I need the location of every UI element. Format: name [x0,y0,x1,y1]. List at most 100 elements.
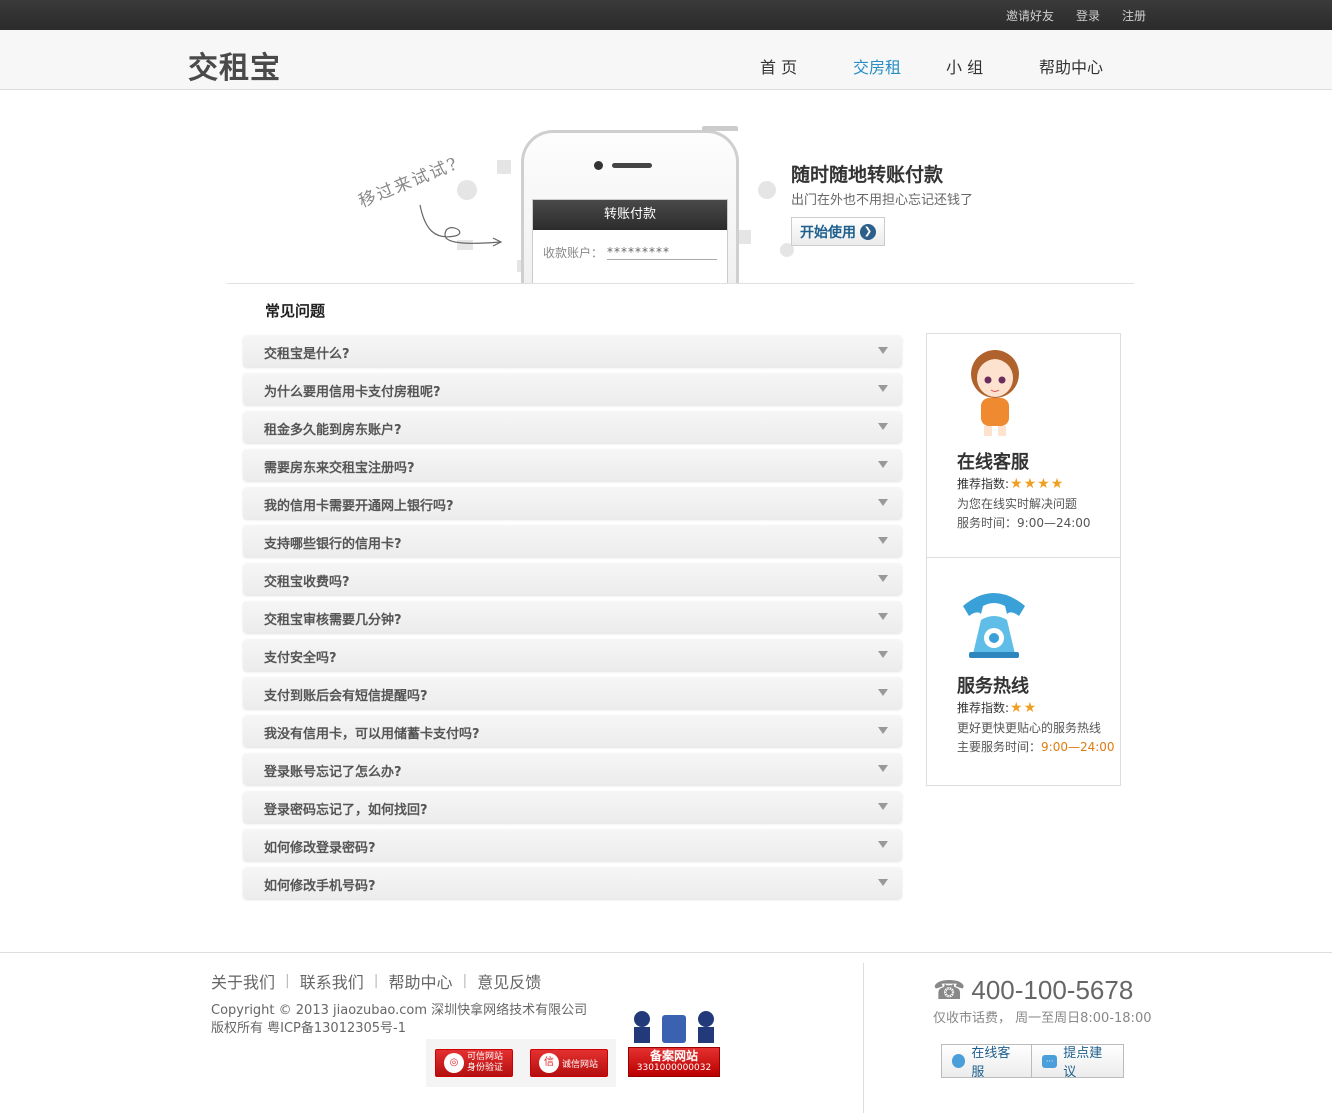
arrow-doodle-icon [419,204,503,247]
telephone-icon [963,593,1025,658]
footer-hotline: ☎ 400-100-5678 [933,975,1134,1005]
star-icon: ★ [1010,699,1023,716]
faq-list: 交租宝是什么? 为什么要用信用卡支付房租呢? 租金多久能到房东账户? 需要房东来交租宝… [243,335,902,905]
faq-question: 支持哪些银行的信用卡? [264,537,402,552]
faq-item[interactable]: 支付安全吗? [243,639,902,671]
footer: 关于我们 | 联系我们 | 帮助中心 | 意见反馈 Copyright © 20… [0,952,1332,1120]
star-icon: ★ [1050,475,1064,492]
nav-groups[interactable]: 小 组 [946,54,1039,78]
nav-help-center[interactable]: 帮助中心 [1039,54,1103,78]
icp-record: 版权所有 粤ICP备13012305号-1 [211,1021,407,1036]
footer-help-link[interactable]: 帮助中心 [388,969,452,993]
faq-question: 如何修改手机号码? [264,879,376,894]
promo-subtitle: 出门在外也不用担心忘记还钱了 [791,193,974,208]
nav-home[interactable]: 首 页 [760,54,853,78]
integrity-site-badge[interactable]: 信 诚信网站 [529,1049,608,1077]
online-service-hours: 服务时间：9:00—24:00 [957,516,1091,530]
footer-divider [863,963,864,1113]
online-service-card[interactable]: 在线客服 推荐指数: ★★★★ 为您在线实时解决问题 服务时间：9:00—24:… [927,334,1120,558]
faq-item[interactable]: 交租宝是什么? [243,335,902,367]
expand-triangle-icon [878,385,888,392]
faq-item[interactable]: 如何修改手机号码? [243,867,902,899]
faq-question: 交租宝收费吗? [264,575,350,590]
faq-question: 我没有信用卡，可以用储蓄卡支付吗? [264,727,480,742]
telephone-icon: ☎ [933,975,966,1005]
faq-item[interactable]: 需要房东来交租宝注册吗? [243,449,902,481]
start-using-button[interactable]: 开始使用 ❯ [791,217,885,246]
promo-title: 随时随地转账付款 [791,164,944,186]
speaker-icon [612,163,652,168]
faq-item[interactable]: 支付到账后会有短信提醒吗? [243,677,902,709]
expand-triangle-icon [878,765,888,772]
footer-about-link[interactable]: 关于我们 [211,969,275,993]
expand-triangle-icon [878,575,888,582]
faq-question: 支付到账后会有短信提醒吗? [264,689,428,704]
star-icon: ★ [1023,475,1037,492]
star-icon: ★ [1023,699,1037,716]
expand-triangle-icon [878,689,888,696]
faq-question: 登录密码忘记了，如何找回? [264,803,428,818]
expand-triangle-icon [878,879,888,886]
expand-triangle-icon [878,651,888,658]
star-icon: ★ [1037,475,1050,492]
faq-item[interactable]: 登录账号忘记了怎么办? [243,753,902,785]
register-link[interactable]: 注册 [1122,7,1146,24]
phone-mockup: 转账付款 收款账户： ********* [521,126,739,283]
faq-item[interactable]: 租金多久能到房东账户? [243,411,902,443]
hotline-card[interactable]: 服务热线 推荐指数: ★★ 更好更快更贴心的服务热线 主要服务时间：9:00—2… [927,558,1120,786]
expand-triangle-icon [878,537,888,544]
expand-triangle-icon [878,423,888,430]
copyright: Copyright © 2013 jiaozubao.com 深圳快拿网络技术有… [211,1003,588,1036]
faq-question: 租金多久能到房东账户? [264,423,402,438]
faq-item[interactable]: 为什么要用信用卡支付房租呢? [243,373,902,405]
nav-pay-rent[interactable]: 交房租 [853,54,946,78]
faq-question: 支付安全吗? [264,651,337,666]
faq-question: 交租宝是什么? [264,347,350,362]
phone-screen: 转账付款 收款账户： ********* [532,199,728,283]
faq-question: 如何修改登录密码? [264,841,376,856]
faq-item[interactable]: 交租宝收费吗? [243,563,902,595]
hotline-desc: 更好更快更贴心的服务热线 [957,721,1102,735]
footer-contact-link[interactable]: 联系我们 [300,969,364,993]
faq-question: 需要房东来交租宝注册吗? [264,461,415,476]
site-logo[interactable]: 交租宝 [188,43,281,87]
faq-question: 为什么要用信用卡支付房租呢? [264,385,441,400]
footer-buttons: 在线客服 ··· 提点建议 [941,1044,1124,1080]
qq-icon [952,1054,966,1068]
chat-bubble-icon: ··· [1042,1054,1058,1068]
faq-item[interactable]: 交租宝审核需要几分钟? [243,601,902,633]
faq-item[interactable]: 我没有信用卡，可以用储蓄卡支付吗? [243,715,902,747]
faq-item[interactable]: 我的信用卡需要开通网上银行吗? [243,487,902,519]
faq-question: 登录账号忘记了怎么办? [264,765,402,780]
camera-icon [594,161,603,170]
star-icon: ★ [1010,475,1023,492]
footer-online-service-button[interactable]: 在线客服 [941,1044,1032,1080]
trusted-site-icon: ◎ [443,1053,464,1073]
faq-question: 我的信用卡需要开通网上银行吗? [264,499,454,514]
faq-item[interactable]: 登录密码忘记了，如何找回? [243,791,902,823]
footer-suggestion-button[interactable]: ··· 提点建议 [1032,1044,1124,1080]
expand-triangle-icon [878,613,888,620]
expand-triangle-icon [878,803,888,810]
top-links: 邀请好友 登录 注册 [1006,7,1146,24]
promo-banner: 移过来试试? 转账付款 收款账户： ********* 随时随地转账付款 出门在… [227,90,1134,284]
expand-triangle-icon [878,841,888,848]
police-record-badge[interactable]: 备案网站 3301000000032 [628,1007,720,1077]
phone-account-field: 收款账户： ********* [543,244,727,261]
online-service-rating: 推荐指数: ★★★★ [957,475,1064,492]
expand-triangle-icon [878,347,888,354]
faq-title: 常见问题 [265,302,326,320]
login-link[interactable]: 登录 [1076,7,1100,24]
invite-friends-link[interactable]: 邀请好友 [1006,7,1054,24]
hotline-rating: 推荐指数: ★★ [957,699,1037,716]
trusted-site-badge[interactable]: ◎ 可信网站 身份验证 [434,1049,513,1077]
trust-badges: ◎ 可信网站 身份验证 信 诚信网站 [426,1039,616,1087]
faq-item[interactable]: 支持哪些银行的信用卡? [243,525,902,557]
footer-feedback-link[interactable]: 意见反馈 [477,969,541,993]
faq-question: 交租宝审核需要几分钟? [264,613,402,628]
faq-item[interactable]: 如何修改登录密码? [243,829,902,861]
phone-screen-title: 转账付款 [533,200,727,230]
footer-hours: 仅收市话费， 周一至周日8:00-18:00 [933,1011,1152,1026]
footer-links: 关于我们 | 联系我们 | 帮助中心 | 意见反馈 [211,969,541,993]
integrity-icon: 信 [538,1053,559,1073]
